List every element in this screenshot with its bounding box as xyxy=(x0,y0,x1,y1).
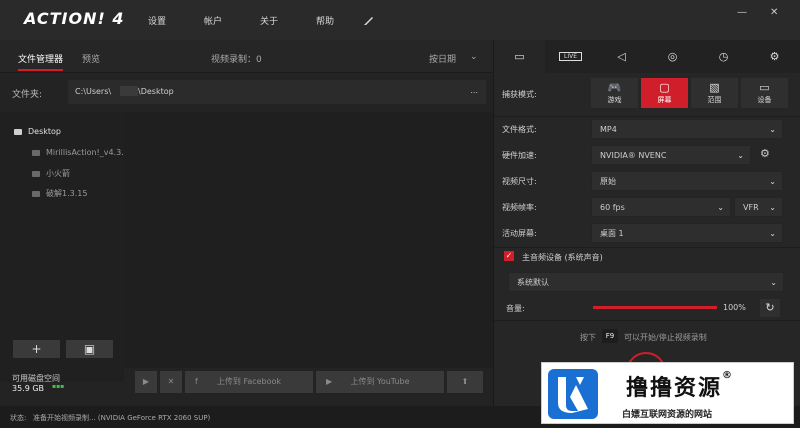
active-screen-label: 活动屏幕: xyxy=(502,229,537,238)
menu-account[interactable]: 帐户 xyxy=(204,14,222,27)
frame-rate-label: 视频帧率: xyxy=(502,203,537,212)
frame-rate-select[interactable]: 60 fps ⌄ xyxy=(591,197,731,217)
divider xyxy=(494,116,800,117)
tab-file-manager[interactable]: 文件管理器 xyxy=(18,52,64,71)
volume-label: 音量: xyxy=(506,304,525,313)
audio-checkbox[interactable]: ✓ xyxy=(504,251,514,261)
device-icon: ▭ xyxy=(759,81,770,94)
facebook-upload-button[interactable]: f 上传到 Facebook xyxy=(185,371,313,393)
video-size-label: 视频尺寸: xyxy=(502,177,537,186)
folder-path-end: \Desktop xyxy=(138,87,174,96)
mode-device-button[interactable]: ▭ 设备 xyxy=(741,78,788,108)
tab-settings[interactable]: ⚙ xyxy=(749,40,800,73)
folder-icon[interactable]: ▣ xyxy=(66,340,113,358)
tree-item-mirillis[interactable]: MirillisAction!_v4.3.1... xyxy=(32,148,136,157)
app-logo: ACTION! 4 xyxy=(24,9,125,28)
status-text: 准备开始视频录制... (NVIDIA GeForce RTX 2060 SUP… xyxy=(33,414,211,422)
chevron-down-icon: ⌄ xyxy=(769,125,776,134)
minimize-button[interactable]: — xyxy=(737,7,747,18)
hotkey-hint: 可以开始/停止视频录制 xyxy=(624,333,707,342)
file-manager-panel: 文件管理器 预览 视频录制：0 按日期 ⌄ 文件夹: C:\Users\ \De… xyxy=(0,40,493,406)
chevron-down-icon: ⌄ xyxy=(770,278,777,287)
folder-icon xyxy=(32,149,40,156)
watermark-subtitle: 白嫖互联网资源的网站 xyxy=(622,410,713,420)
reset-icon[interactable]: ↻ xyxy=(760,299,780,317)
tab-audio[interactable]: ◁ xyxy=(596,40,647,73)
pen-icon[interactable] xyxy=(363,14,375,29)
settings-tabs: ▭ LIVE ◁ ◎ ◷ ⚙ xyxy=(494,40,800,73)
vfr-select[interactable]: VFR ⌄ xyxy=(734,197,783,217)
chevron-down-icon: ⌄ xyxy=(769,229,776,238)
divider xyxy=(494,247,800,248)
audio-device-select[interactable]: 系统默认 ⌄ xyxy=(508,272,784,292)
tab-video[interactable]: ▭ xyxy=(494,40,545,73)
youtube-upload-button[interactable]: ▶ 上传到 YouTube xyxy=(316,371,444,393)
active-screen-select[interactable]: 桌面 1 ⌄ xyxy=(591,223,783,243)
redacted-name xyxy=(120,86,138,96)
hotkey-prefix: 按下 xyxy=(580,333,596,342)
settings-panel: ▭ LIVE ◁ ◎ ◷ ⚙ 捕获模式: 🎮 游戏 ▢ 屏幕 ▧ 范围 ▭ 设备 文件格… xyxy=(493,40,800,406)
tab-live[interactable]: LIVE xyxy=(545,40,596,73)
browse-button[interactable]: ... xyxy=(470,86,478,95)
video-size-select[interactable]: 原始 ⌄ xyxy=(591,171,783,191)
chevron-down-icon: ⌄ xyxy=(769,203,776,212)
mode-region-button[interactable]: ▧ 范围 xyxy=(691,78,738,108)
file-format-select[interactable]: MP4 ⌄ xyxy=(591,119,783,139)
youtube-icon: ▶ xyxy=(326,377,333,386)
folder-icon xyxy=(32,190,40,197)
sort-select[interactable]: 按日期 xyxy=(429,52,456,65)
recording-count: 视频录制：0 xyxy=(211,55,262,65)
chevron-down-icon[interactable]: ⌄ xyxy=(470,52,478,62)
watermark-logo-icon xyxy=(548,369,598,419)
folder-icon xyxy=(14,128,22,135)
upload-icon[interactable]: ⬆ xyxy=(447,371,483,393)
chevron-down-icon: ⌄ xyxy=(737,151,744,160)
divider xyxy=(494,320,800,321)
audio-device-label: 主音频设备 (系统声音) xyxy=(522,253,603,262)
play-button[interactable]: ▶ xyxy=(135,371,157,393)
file-list[interactable] xyxy=(124,112,493,368)
folder-label: 文件夹: xyxy=(12,90,43,100)
menu-about[interactable]: 关于 xyxy=(260,14,278,27)
menu-help[interactable]: 帮助 xyxy=(316,14,334,27)
chevron-down-icon: ⌄ xyxy=(769,177,776,186)
left-tabs: 文件管理器 预览 视频录制：0 按日期 ⌄ xyxy=(0,40,493,73)
region-icon: ▧ xyxy=(709,81,720,94)
mode-game-button[interactable]: 🎮 游戏 xyxy=(591,78,638,108)
mode-screen-button[interactable]: ▢ 屏幕 xyxy=(641,78,688,108)
tree-item-rocket[interactable]: 小火箭 xyxy=(32,168,70,179)
watermark: 撸撸资源® 白嫖互联网资源的网站 xyxy=(541,362,794,424)
volume-fill xyxy=(593,306,717,309)
hotkey-badge: F9 xyxy=(602,329,618,343)
watermark-title: 撸撸资源® xyxy=(626,370,735,401)
disk-indicator: ▪▪▪ xyxy=(52,383,65,390)
tree-item-crack[interactable]: 破解1.3.15 xyxy=(32,188,87,199)
delete-button[interactable]: ✕ xyxy=(160,371,182,393)
gear-icon[interactable]: ⚙ xyxy=(760,147,770,160)
title-bar: ACTION! 4 设置 帐户 关于 帮助 — ✕ xyxy=(0,0,800,40)
status-label: 状态: xyxy=(10,414,27,422)
tab-preview[interactable]: 预览 xyxy=(82,52,100,65)
volume-value: 100% xyxy=(723,303,746,312)
disk-value: 35.9 GB xyxy=(12,384,45,393)
file-format-label: 文件格式: xyxy=(502,125,537,134)
hw-accel-select[interactable]: NVIDIA® NVENC ⌄ xyxy=(591,145,751,165)
folder-path-field[interactable]: C:\Users\ \Desktop ... xyxy=(68,80,486,104)
folder-path-text: C:\Users\ xyxy=(75,87,112,96)
chevron-down-icon: ⌄ xyxy=(717,203,724,212)
folder-icon xyxy=(32,170,40,177)
gamepad-icon: 🎮 xyxy=(607,81,622,94)
tree-item-desktop[interactable]: Desktop xyxy=(14,127,61,136)
volume-slider[interactable] xyxy=(593,306,717,309)
menu-settings[interactable]: 设置 xyxy=(148,14,166,27)
facebook-icon: f xyxy=(195,377,198,386)
tab-screenshot[interactable]: ◎ xyxy=(647,40,698,73)
close-button[interactable]: ✕ xyxy=(770,7,778,18)
screen-icon: ▢ xyxy=(659,81,670,94)
add-folder-button[interactable]: + xyxy=(13,340,60,358)
hw-accel-label: 硬件加速: xyxy=(502,151,537,160)
capture-mode-label: 捕获模式: xyxy=(502,90,537,99)
tab-timer[interactable]: ◷ xyxy=(698,40,749,73)
